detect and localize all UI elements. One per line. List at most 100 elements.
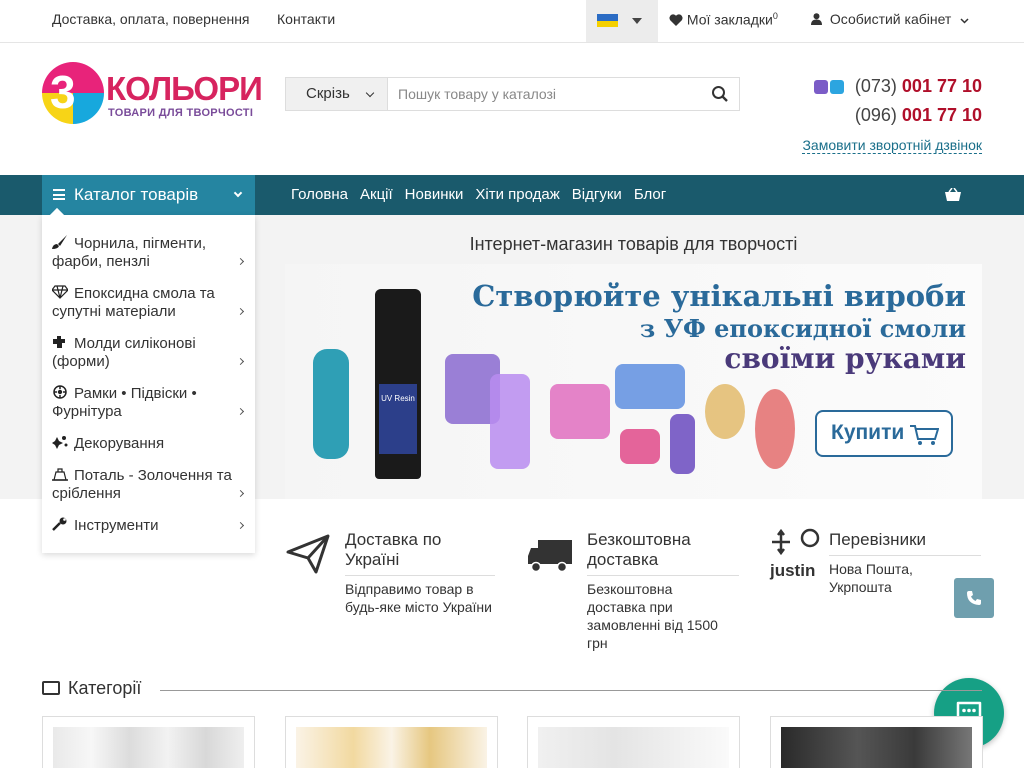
gear-icon [53, 385, 67, 399]
catalog-item-label: Інструменти [74, 517, 159, 534]
diamond-icon [52, 285, 68, 299]
delivery-link[interactable]: Доставка, оплата, повернення [52, 11, 250, 27]
paper-plane-icon [286, 534, 330, 574]
keychain-image [755, 389, 795, 469]
caret-down-icon [632, 18, 642, 24]
search-input[interactable] [389, 78, 699, 110]
catalog-item-tools[interactable]: Інструменти [52, 517, 247, 535]
feature-text: Нова Пошта, Укрпошта [829, 561, 913, 595]
search-icon[interactable] [711, 85, 729, 103]
language-selector[interactable] [586, 0, 658, 42]
search-scope-select[interactable]: Скрізь [286, 78, 388, 110]
logo-name: КОЛЬОРИ [106, 70, 263, 107]
catalog-item-frames[interactable]: Рамки • Підвіски • Фурнітура [52, 385, 247, 421]
category-image [781, 727, 972, 768]
phone-icon [967, 591, 981, 605]
nav-link-home[interactable]: Головна [285, 175, 354, 215]
search-bar: Скрізь [285, 77, 740, 111]
keychain-image [705, 384, 745, 439]
logo-tagline: ТОВАРИ ДЛЯ ТВОРЧОСТІ [108, 107, 254, 119]
bookmarks-link[interactable]: Мої закладки0 [669, 11, 778, 28]
catalog-item-label: Молди силіконові (форми) [52, 335, 196, 370]
nav-links: Головна Акції Новинки Хіти продаж Відгуки Бло… [285, 175, 672, 215]
chevron-right-icon [236, 489, 245, 498]
nav-link-reviews[interactable]: Відгуки [566, 175, 628, 215]
chevron-down-icon [960, 18, 969, 24]
resin-shape-image [550, 384, 610, 439]
resin-shape-image [620, 429, 660, 464]
category-image [53, 727, 244, 768]
banner-headline-2: з УФ епоксидної смоли [639, 314, 966, 343]
contacts-link[interactable]: Контакти [277, 11, 335, 27]
feature-title: Доставка по Україні [345, 530, 495, 576]
phone-list: (073) 001 77 10 (096) 001 77 10 [855, 76, 982, 134]
catalog-item-label: Рамки • Підвіски • Фурнітура [52, 385, 197, 420]
call-button[interactable] [954, 578, 994, 618]
basket-icon [945, 188, 961, 201]
bookmarks-label: Мої закладки [686, 11, 773, 28]
site-logo[interactable]: 3 КОЛЬОРИ ТОВАРИ ДЛЯ ТВОРЧОСТІ [42, 62, 263, 124]
catalog-item-gilding[interactable]: Поталь - Золочення та сріблення [52, 467, 247, 503]
menu-icon [53, 189, 65, 200]
banner-headline-1: Створюйте унікальні вироби [472, 279, 966, 313]
resin-shape-image [615, 364, 685, 409]
phone-code: (073) [854, 76, 897, 96]
category-card[interactable] [285, 716, 498, 768]
catalog-item-label: Чорнила, пігменти, фарби, пензлі [52, 235, 207, 270]
resin-shape-image [490, 374, 530, 469]
category-image [538, 727, 729, 768]
catalog-item-decor[interactable]: Декорування [52, 435, 247, 453]
telegram-icon[interactable] [830, 80, 844, 94]
phone-digits: 001 77 10 [901, 76, 982, 96]
catalog-label: Каталог товарів [74, 185, 199, 204]
viber-icon[interactable] [814, 80, 828, 94]
phone-number[interactable]: (073) 001 77 10 [855, 76, 982, 105]
messenger-icons [814, 80, 846, 99]
wrench-icon [52, 517, 67, 531]
catalog-toggle-button[interactable]: Каталог товарів [42, 175, 255, 215]
cart-icon [910, 425, 939, 445]
category-card[interactable] [770, 716, 983, 768]
catalog-item-epoxy[interactable]: Епоксидна смола та супутні матеріали [52, 285, 247, 321]
category-card[interactable] [527, 716, 740, 768]
feature-text: Безкоштовна доставка при замовленні від … [587, 581, 718, 651]
chevron-right-icon [236, 307, 245, 316]
account-link[interactable]: Особистий кабінет [811, 11, 969, 27]
account-label: Особистий кабінет [829, 11, 952, 27]
phone-number[interactable]: (096) 001 77 10 [855, 105, 982, 134]
category-image [296, 727, 487, 768]
category-card[interactable] [42, 716, 255, 768]
top-bar: Доставка, оплата, повернення Контакти Мо… [0, 0, 1024, 43]
buy-button[interactable]: Купити [815, 410, 953, 457]
logo-number: 3 [50, 66, 76, 118]
categories-heading: Категорії [42, 678, 141, 699]
gilding-icon [52, 468, 68, 481]
catalog-item-inks[interactable]: Чорнила, пігменти, фарби, пензлі [52, 235, 247, 271]
chevron-right-icon [236, 357, 245, 366]
bottle-label-text: UV Resin [381, 394, 415, 403]
resin-shape-image [670, 414, 695, 474]
nav-link-blog[interactable]: Блог [628, 175, 672, 215]
chevron-down-icon [365, 88, 375, 98]
promo-banner[interactable]: UV Resin Створюйте унікальні вироби з УФ… [285, 264, 982, 499]
nav-link-sales[interactable]: Акції [354, 175, 399, 215]
sparkle-icon [52, 436, 68, 449]
callback-link[interactable]: Замовити зворотній дзвінок [802, 137, 982, 154]
catalog-item-molds[interactable]: Молди силіконові (форми) [52, 335, 247, 371]
user-icon [811, 13, 822, 25]
folder-icon [42, 681, 60, 695]
bottle-label: UV Resin [379, 384, 417, 454]
justin-logo-icon: justin [770, 528, 822, 579]
main-nav: Каталог товарів Головна Акції Новинки Хіти … [0, 175, 1024, 215]
puzzle-icon [53, 336, 65, 348]
ukraine-flag-icon [597, 14, 618, 27]
chevron-right-icon [236, 521, 245, 530]
bookmarks-count: 0 [772, 11, 778, 21]
justin-logo-text: justin [770, 561, 816, 580]
buy-button-label: Купити [831, 421, 905, 444]
nav-link-new[interactable]: Новинки [399, 175, 470, 215]
chevron-right-icon [236, 257, 245, 266]
truck-icon [528, 540, 572, 573]
nav-link-bestsellers[interactable]: Хіти продаж [469, 175, 565, 215]
catalog-item-label: Декорування [74, 435, 165, 452]
